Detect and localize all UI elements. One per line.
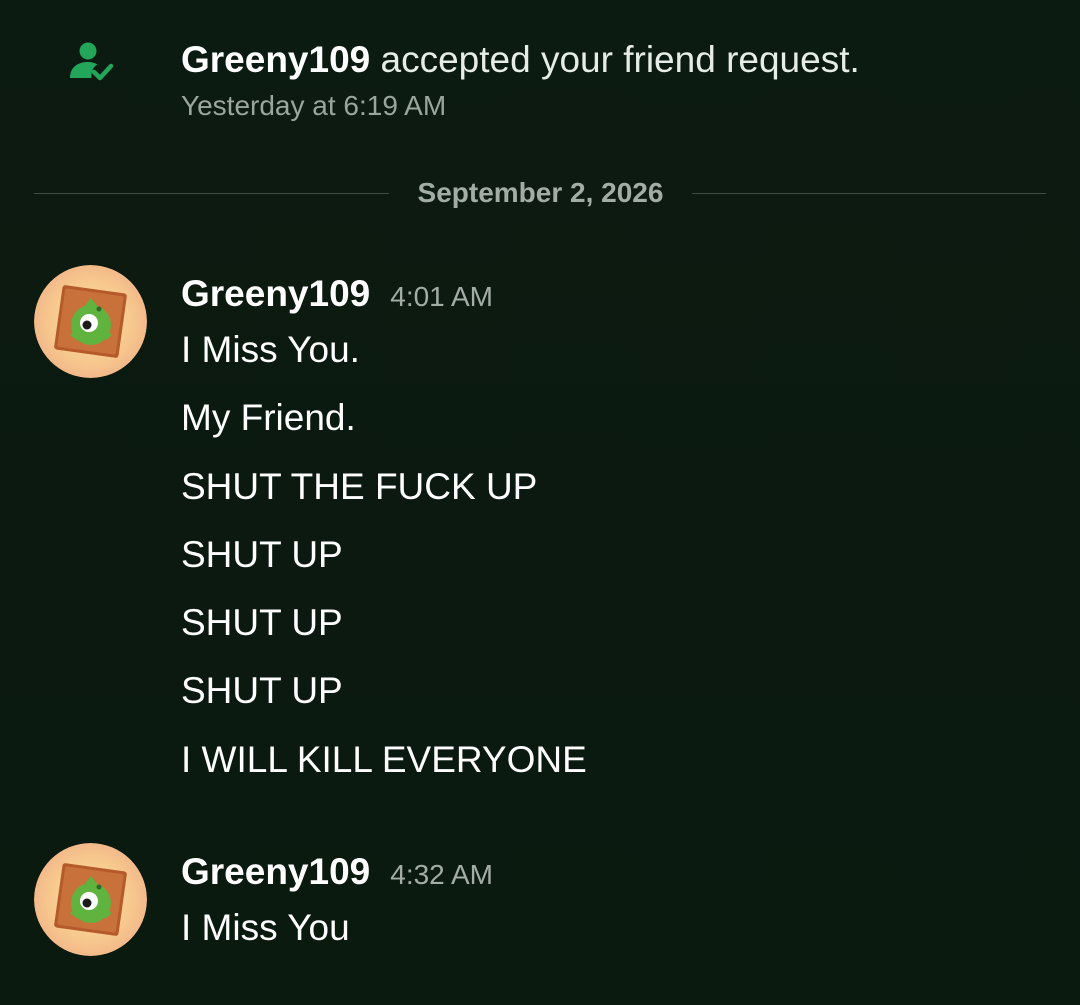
message-text[interactable]: I Miss You (181, 906, 350, 950)
message-header: Greeny109 4:32 AM (181, 850, 493, 894)
author-name[interactable]: Greeny109 (181, 850, 370, 894)
chat-screen: Greeny109 accepted your friend request. … (0, 0, 1080, 1005)
user-avatar[interactable] (34, 843, 147, 956)
message-timestamp: 4:32 AM (390, 859, 493, 890)
message-group: Greeny109 4:32 AM I Miss You (0, 0, 1080, 1005)
